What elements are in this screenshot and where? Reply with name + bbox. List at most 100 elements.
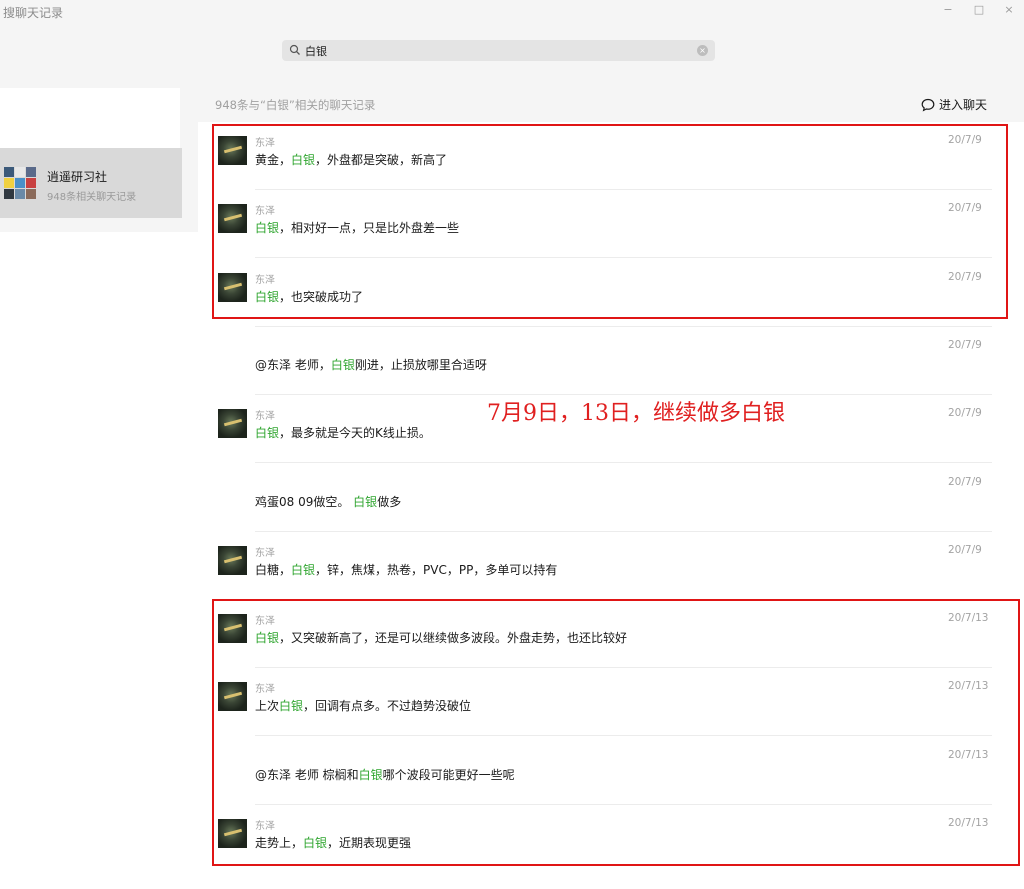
message-text: 黄金，白银，外盘都是突破，新高了 xyxy=(255,151,447,168)
message-text-part: 做多 xyxy=(377,494,402,509)
results-count-title: 948条与“白银”相关的聊天记录 xyxy=(215,98,376,112)
message-row[interactable]: 20/7/9 鸡蛋08 09做空。 白银做多 xyxy=(198,464,998,532)
keyword-highlight: 白银 xyxy=(255,289,280,304)
message-text: 白银，也突破成功了 xyxy=(255,288,363,305)
message-row[interactable]: 东泽 20/7/13 白银，又突破新高了，还是可以继续做多波段。外盘走势，也还比较好 xyxy=(198,600,998,669)
message-text-part: ，近期表现更强 xyxy=(327,836,412,850)
annotation-text: 7月9日，13日，继续做多白银 xyxy=(487,401,785,426)
search-input[interactable]: 白银 × xyxy=(282,40,715,61)
message-row[interactable]: 东泽 20/7/9 白银，也突破成功了 xyxy=(198,259,998,327)
message-date: 20/7/9 xyxy=(948,270,982,283)
avatar[interactable] xyxy=(218,136,247,165)
message-text: 鸡蛋08 09做空。 白银做多 xyxy=(255,493,401,510)
keyword-highlight: 白银 xyxy=(255,426,280,441)
message-text-part: 白糖， xyxy=(255,562,292,577)
message-date: 20/7/9 xyxy=(948,202,982,215)
message-row[interactable]: 东泽 20/7/9 黄金，白银，外盘都是突破，新高了 xyxy=(198,122,998,190)
message-row[interactable]: 东泽 20/7/9 白糖，白银，锌，焦煤，热卷，PVC，PP，多单可以持有 xyxy=(198,532,998,600)
avatar[interactable] xyxy=(218,477,247,507)
message-text-part: 哪个波段可能更好一些呢 xyxy=(382,767,515,782)
message-text-part: 上次 xyxy=(255,699,280,714)
message-date: 20/7/9 xyxy=(948,134,982,146)
message-date: 20/7/13 xyxy=(948,612,989,625)
message-date: 20/7/9 xyxy=(948,407,982,420)
search-query: 白银 xyxy=(305,45,327,58)
message-date: 20/7/13 xyxy=(948,817,989,829)
keyword-highlight: 白银 xyxy=(358,767,383,782)
sender-name xyxy=(255,476,287,490)
sender-name: 东泽 xyxy=(255,684,275,696)
message-date: 20/7/9 xyxy=(948,475,982,488)
group-name: 逍遥研习社 xyxy=(47,170,108,184)
message-text-part: 走势上， xyxy=(255,836,304,850)
keyword-highlight: 白银 xyxy=(291,153,316,167)
message-row[interactable]: 20/7/13 @东泽 老师 棕榈和白银哪个波段可能更好一些呢 xyxy=(198,737,998,805)
message-text-part: ，也突破成功了 xyxy=(279,289,364,304)
sender-name: 东泽 xyxy=(255,411,275,423)
message-text: 走势上，白银，近期表现更强 xyxy=(255,834,411,851)
sender-name: 东泽 xyxy=(255,547,275,559)
sender-name xyxy=(255,339,287,353)
message-row[interactable]: 东泽 20/7/13 上次白银，回调有点多。不过趋势没破位 xyxy=(198,668,998,737)
sender-name xyxy=(255,749,287,763)
maximize-button[interactable]: □ xyxy=(971,2,987,18)
message-text: 白糖，白银，锌，焦煤，热卷，PVC，PP，多单可以持有 xyxy=(255,561,557,578)
sender-name: 东泽 xyxy=(255,821,275,832)
sender-name: 东泽 xyxy=(255,206,275,218)
sender-name: 东泽 xyxy=(255,616,275,628)
message-text-part: ，锌，焦煤，热卷，PVC，PP，多单可以持有 xyxy=(315,562,558,577)
keyword-highlight: 白银 xyxy=(255,631,280,646)
enter-chat-label: 进入聊天 xyxy=(939,98,988,112)
message-text-part: @东泽 老师， xyxy=(255,357,331,372)
message-text: @东泽 老师，白银刚进，止损放哪里合适呀 xyxy=(255,356,487,373)
avatar[interactable] xyxy=(218,340,247,370)
avatar[interactable] xyxy=(218,682,247,712)
keyword-highlight: 白银 xyxy=(330,357,355,372)
sidebar-item-group-chat[interactable]: 逍遥研习社 948条相关聊天记录 xyxy=(0,148,182,218)
message-text-part: 刚进，止损放哪里合适呀 xyxy=(354,357,487,372)
message-text-part: ，又突破新高了，还是可以继续做多波段。外盘走势，也还比较好 xyxy=(279,631,628,646)
message-text-part: @东泽 老师 棕榈和 xyxy=(255,767,359,782)
keyword-highlight: 白银 xyxy=(303,836,328,850)
sidebar-empty-area xyxy=(0,232,198,889)
message-date: 20/7/13 xyxy=(948,748,989,761)
sidebar-blank-area xyxy=(0,88,180,148)
message-text: 白银，又突破新高了，还是可以继续做多波段。外盘走势，也还比较好 xyxy=(255,629,627,646)
keyword-highlight: 白银 xyxy=(255,221,280,236)
group-match-count: 948条相关聊天记录 xyxy=(47,192,137,203)
avatar[interactable] xyxy=(218,545,247,575)
avatar[interactable] xyxy=(218,204,247,234)
message-date: 20/7/13 xyxy=(948,680,989,693)
avatar[interactable] xyxy=(218,614,247,644)
search-chat-history-window: 搜聊天记录 − □ × 白银 × 逍遥研习社 948条相关聊天记录 948条与“… xyxy=(0,0,1024,889)
avatar[interactable] xyxy=(218,750,247,780)
message-row[interactable]: 东泽 20/7/13 走势上，白银，近期表现更强 xyxy=(198,805,998,873)
group-avatar xyxy=(4,167,36,199)
title-bar: 搜聊天记录 − □ × xyxy=(0,0,1024,24)
keyword-highlight: 白银 xyxy=(279,699,304,714)
enter-chat-button[interactable]: 进入聊天 xyxy=(921,96,987,113)
clear-search-icon[interactable]: × xyxy=(697,45,708,56)
avatar[interactable] xyxy=(218,409,247,439)
message-text: @东泽 老师 棕榈和白银哪个波段可能更好一些呢 xyxy=(255,766,515,783)
minimize-button[interactable]: − xyxy=(940,2,956,18)
close-button[interactable]: × xyxy=(1001,2,1017,18)
message-text-part: ，相对好一点，只是比外盘差一些 xyxy=(279,221,460,236)
message-date: 20/7/9 xyxy=(948,338,982,351)
message-row[interactable]: 东泽 20/7/9 白银，相对好一点，只是比外盘差一些 xyxy=(198,190,998,259)
search-icon xyxy=(289,44,300,55)
chat-bubble-icon xyxy=(921,98,935,112)
message-text: 白银，最多就是今天的K线止损。 xyxy=(255,424,431,441)
message-text-part: ，外盘都是突破，新高了 xyxy=(315,153,448,167)
message-row[interactable]: 20/7/9 @东泽 老师，白银刚进，止损放哪里合适呀 xyxy=(198,327,998,395)
sender-name: 东泽 xyxy=(255,138,275,149)
window-title: 搜聊天记录 xyxy=(3,6,64,20)
keyword-highlight: 白银 xyxy=(353,494,378,509)
message-text-part: ，最多就是今天的K线止损。 xyxy=(279,426,431,441)
message-date: 20/7/9 xyxy=(948,543,982,556)
message-text-part: ，回调有点多。不过趋势没破位 xyxy=(303,699,472,714)
avatar[interactable] xyxy=(218,272,247,302)
avatar[interactable] xyxy=(218,819,247,848)
message-text: 白银，相对好一点，只是比外盘差一些 xyxy=(255,219,459,236)
message-text-part: 鸡蛋08 09做空。 xyxy=(255,494,354,509)
